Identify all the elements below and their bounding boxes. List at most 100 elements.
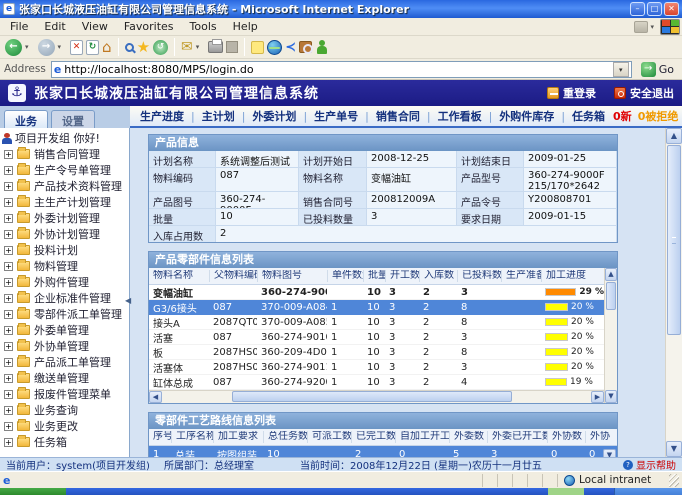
- print-icon[interactable]: [208, 41, 223, 53]
- menu-item[interactable]: View: [74, 18, 116, 35]
- stop-icon[interactable]: ✕: [70, 40, 83, 55]
- globe-icon[interactable]: [267, 40, 282, 55]
- maximize-button[interactable]: □: [647, 2, 662, 16]
- chevron-down-icon[interactable]: ▾: [650, 23, 654, 31]
- sidebar-item[interactable]: + 报废件管理菜单: [2, 386, 129, 402]
- start-button[interactable]: [0, 488, 66, 495]
- vscroll-thumb[interactable]: [606, 282, 616, 310]
- history-icon[interactable]: ↺: [153, 40, 168, 55]
- expand-icon[interactable]: +: [4, 198, 13, 207]
- menu-item[interactable]: Tools: [182, 18, 225, 35]
- main-vscroll-thumb[interactable]: [667, 145, 681, 335]
- sidebar-item[interactable]: + 任务箱: [2, 434, 129, 450]
- address-field[interactable]: e ▾: [51, 61, 632, 78]
- mail-dropdown-icon[interactable]: ▾: [196, 43, 200, 51]
- expand-icon[interactable]: +: [4, 342, 13, 351]
- parts-table-row[interactable]: 活塞体 2087HS002 360-274-9011W 1 10 3 2 3: [149, 360, 604, 375]
- expand-icon[interactable]: +: [4, 390, 13, 399]
- close-button[interactable]: ✕: [664, 2, 679, 16]
- menu-item[interactable]: Favorites: [116, 18, 182, 35]
- sidebar-item[interactable]: + 生产令号单管理: [2, 162, 129, 178]
- edit-icon[interactable]: [226, 41, 238, 53]
- forward-icon[interactable]: →: [38, 39, 55, 56]
- go-button[interactable]: → Go: [637, 62, 678, 77]
- sidebar-item[interactable]: + 销售合同管理: [2, 146, 129, 162]
- toolbar-extension-icon[interactable]: [634, 21, 648, 33]
- tab-business[interactable]: 业务: [4, 110, 48, 128]
- expand-icon[interactable]: +: [4, 406, 13, 415]
- search-icon[interactable]: [125, 43, 134, 52]
- menu-item[interactable]: File: [2, 18, 36, 35]
- tab-settings[interactable]: 设置: [51, 110, 95, 128]
- nav-item[interactable]: 工作看板: [420, 108, 482, 124]
- research-icon[interactable]: [299, 41, 312, 53]
- show-help-link[interactable]: ? 显示帮助: [623, 457, 676, 471]
- route-table-row[interactable]: 1 总装 按图组装 10 2 0 5 3 0 0: [149, 446, 617, 457]
- minimize-button[interactable]: –: [630, 2, 645, 16]
- nav-item[interactable]: 外委计划: [235, 108, 297, 124]
- refresh-icon[interactable]: ↻: [86, 40, 99, 55]
- sidebar-item[interactable]: + 外委计划管理: [2, 210, 129, 226]
- sidebar-item[interactable]: + 投料计划: [2, 242, 129, 258]
- scroll-down-icon[interactable]: ▼: [605, 390, 617, 403]
- parts-table-row[interactable]: 变幅油缸 360-274-9000F 10 3 2 3: [149, 285, 604, 300]
- mail-icon[interactable]: ✉: [181, 40, 193, 54]
- badge-rejected-tasks[interactable]: 0被拒绝: [638, 108, 679, 124]
- sidebar-item[interactable]: + 外购件管理: [2, 274, 129, 290]
- menu-item[interactable]: Help: [225, 18, 266, 35]
- sidebar-item[interactable]: + 产品派工单管理: [2, 354, 129, 370]
- expand-icon[interactable]: +: [4, 358, 13, 367]
- scroll-down-icon[interactable]: ▼: [603, 449, 616, 457]
- nav-item[interactable]: 外购件库存: [482, 108, 555, 124]
- sidebar-item[interactable]: + 业务更改: [2, 418, 129, 434]
- address-dropdown-icon[interactable]: ▾: [613, 62, 629, 77]
- home-icon[interactable]: ⌂: [102, 40, 112, 55]
- sidebar-item[interactable]: + 外协计划管理: [2, 226, 129, 242]
- hscroll-thumb[interactable]: [232, 391, 512, 402]
- sidebar-item[interactable]: + 主生产计划管理: [2, 194, 129, 210]
- sidebar-item[interactable]: + 产品技术资料管理: [2, 178, 129, 194]
- back-dropdown-icon[interactable]: ▾: [25, 43, 29, 51]
- messenger-swoosh-icon[interactable]: ≺: [285, 40, 296, 55]
- parts-table-row[interactable]: 接头A 2087QT002 370-009-A0850 1 10 3 2 8: [149, 315, 604, 330]
- favorites-icon[interactable]: ★: [137, 40, 150, 55]
- scroll-left-icon[interactable]: ◀: [149, 391, 162, 403]
- expand-icon[interactable]: +: [4, 374, 13, 383]
- taskbar-item[interactable]: [548, 488, 584, 495]
- relogin-button[interactable]: 重登录: [547, 85, 596, 101]
- sidebar-item[interactable]: + 零部件派工单管理: [2, 306, 129, 322]
- expand-icon[interactable]: +: [4, 326, 13, 335]
- scroll-up-icon[interactable]: ▲: [605, 268, 617, 281]
- address-input[interactable]: [64, 63, 609, 76]
- expand-icon[interactable]: +: [4, 262, 13, 271]
- expand-icon[interactable]: +: [4, 214, 13, 223]
- expand-icon[interactable]: +: [4, 294, 13, 303]
- nav-item[interactable]: 任务箱: [554, 108, 605, 124]
- resize-grip[interactable]: [669, 474, 679, 487]
- parts-table-row[interactable]: 板 2087HS002 360-209-4D010 1 10 3 2 8: [149, 345, 604, 360]
- expand-icon[interactable]: +: [4, 230, 13, 239]
- expand-icon[interactable]: +: [4, 182, 13, 191]
- expand-icon[interactable]: +: [4, 438, 13, 447]
- sidebar-item[interactable]: + 企业标准件管理: [2, 290, 129, 306]
- sidebar-item[interactable]: + 外委单管理: [2, 322, 129, 338]
- expand-icon[interactable]: +: [4, 150, 13, 159]
- logout-button[interactable]: 安全退出: [614, 85, 674, 101]
- scroll-up-icon[interactable]: ▲: [666, 128, 682, 144]
- sidebar-item[interactable]: + 缴送单管理: [2, 370, 129, 386]
- expand-icon[interactable]: +: [4, 310, 13, 319]
- expand-icon[interactable]: +: [4, 166, 13, 175]
- expand-icon[interactable]: +: [4, 278, 13, 287]
- tree-user-node[interactable]: 项目开发组 你好!: [2, 130, 129, 146]
- nav-item[interactable]: 生产单号: [296, 108, 358, 124]
- sidebar-item[interactable]: + 物料管理: [2, 258, 129, 274]
- messenger-buddy-icon[interactable]: [315, 40, 328, 54]
- parts-table-row[interactable]: 缸体总成 087 360-274-9200F 1 10 3 2 4: [149, 375, 604, 390]
- parts-table-row[interactable]: 活塞 087 360-274-9010F 1 10 3 2 3: [149, 330, 604, 345]
- splitter-collapse-icon[interactable]: ◀: [125, 296, 131, 305]
- badge-new-tasks[interactable]: 0新: [613, 108, 632, 124]
- back-icon[interactable]: ←: [5, 39, 22, 56]
- main-vscrollbar[interactable]: ▲ ▼: [665, 128, 682, 457]
- expand-icon[interactable]: +: [4, 422, 13, 431]
- taskbar-buttons[interactable]: [66, 488, 614, 495]
